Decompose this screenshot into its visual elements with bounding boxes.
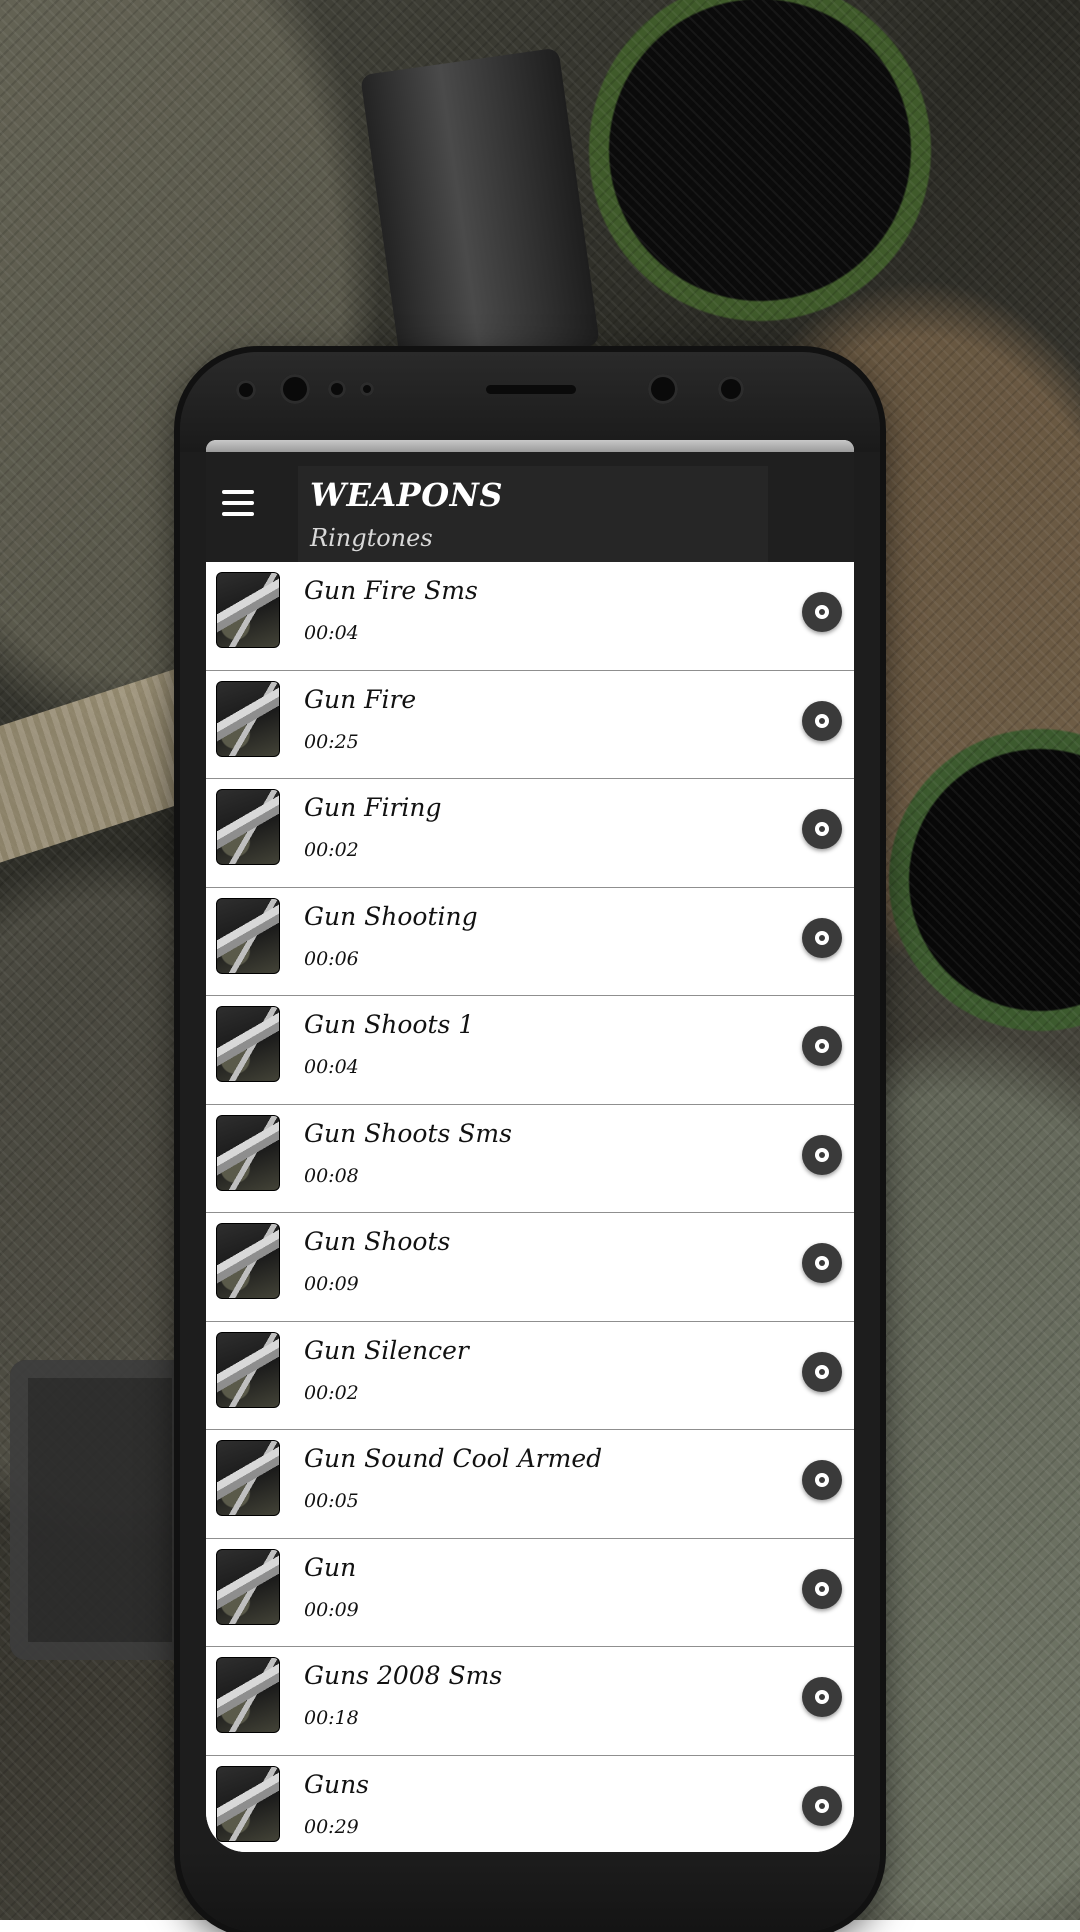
ringtone-list: Gun Fire Sms 00:04 Gun Fire 00:25 Gun Firing… [206,562,854,1852]
background-buckle [10,1360,190,1660]
list-item[interactable]: Gun Silencer 00:02 [206,1321,854,1430]
earpiece-speaker [486,385,576,394]
pistol-thumbnail-icon [216,680,280,757]
ringtone-duration: 00:04 [304,1056,359,1078]
phone-bottom-bezel [180,1852,880,1932]
front-camera-icon [280,374,310,404]
hamburger-menu-icon[interactable] [222,490,254,516]
pistol-thumbnail-icon [216,1548,280,1625]
ringtone-duration: 00:06 [304,947,359,970]
list-item[interactable]: Guns 00:29 [206,1755,854,1852]
ringtone-title: Gun Fire Sms [304,576,478,605]
ringtone-duration: 00:05 [304,1490,359,1512]
ringtone-title: Gun Shooting [304,901,478,931]
proximity-sensor-icon [328,380,346,398]
play-disc-icon[interactable] [802,1026,842,1066]
phone-frame: WEAPONS Ringtones Gun Fire Sms 00:04 Gun F… [180,352,880,1932]
ringtone-duration: 00:18 [304,1707,359,1729]
ringtone-title: Gun Shoots [304,1227,451,1256]
list-item[interactable]: Gun Sound Cool Armed 00:05 [206,1430,854,1539]
ringtone-title: Gun Firing [304,793,442,822]
list-item[interactable]: Gun Shoots 00:09 [206,1213,854,1322]
status-bar [206,440,854,452]
iris-sensor-icon [718,376,744,402]
play-disc-icon[interactable] [802,917,842,958]
pistol-thumbnail-icon [216,572,280,648]
ringtone-title: Guns [304,1769,370,1799]
play-disc-icon[interactable] [802,1677,842,1717]
front-sensor-icon [236,380,256,400]
phone-screen: WEAPONS Ringtones Gun Fire Sms 00:04 Gun F… [206,440,854,1852]
pistol-thumbnail-icon [216,1765,280,1842]
pistol-thumbnail-icon [216,1440,280,1516]
play-disc-icon[interactable] [802,1460,842,1500]
pistol-thumbnail-icon [216,1006,280,1082]
list-item[interactable]: Gun Fire 00:25 [206,670,854,779]
ringtone-duration: 00:09 [304,1273,359,1295]
ringtone-title: Gun [304,1552,357,1582]
pistol-thumbnail-icon [216,1331,280,1408]
list-item[interactable]: Gun Shooting 00:06 [206,887,854,996]
pistol-thumbnail-icon [216,1657,280,1733]
ringtone-duration: 00:09 [304,1598,359,1621]
pistol-thumbnail-icon [216,1114,280,1191]
list-item[interactable]: Gun Shoots 1 00:04 [206,996,854,1105]
ringtone-duration: 00:25 [304,730,359,753]
title-block: WEAPONS Ringtones [298,466,768,562]
ringtone-duration: 00:29 [304,1815,359,1838]
play-disc-icon[interactable] [802,1134,842,1175]
pistol-thumbnail-icon [216,897,280,974]
light-sensor-icon [360,382,374,396]
background-pistol [360,47,600,373]
list-item[interactable]: Gun 00:09 [206,1538,854,1647]
play-disc-icon[interactable] [802,1243,842,1283]
play-disc-icon[interactable] [802,1568,842,1609]
list-item[interactable]: Gun Firing 00:02 [206,779,854,888]
ringtone-duration: 00:02 [304,839,359,861]
play-disc-icon[interactable] [802,1351,842,1392]
phone-top-bezel [180,352,880,452]
pistol-thumbnail-icon [216,1223,280,1299]
pistol-thumbnail-icon [216,789,280,865]
list-item[interactable]: Gun Shoots Sms 00:08 [206,1104,854,1213]
ringtone-title: Gun Sound Cool Armed [304,1444,603,1473]
ringtone-title: Gun Silencer [304,1335,469,1365]
ringtone-duration: 00:02 [304,1381,359,1404]
ringtone-title: Gun Shoots 1 [304,1010,475,1039]
ringtone-title: Gun Fire [304,684,417,714]
app-subtitle: Ringtones [310,524,433,552]
play-disc-icon[interactable] [802,592,842,632]
list-item[interactable]: Guns 2008 Sms 00:18 [206,1647,854,1756]
play-disc-icon[interactable] [802,809,842,849]
iris-camera-icon [648,374,678,404]
list-item[interactable]: Gun Fire Sms 00:04 [206,562,854,671]
ringtone-title: Gun Shoots Sms [304,1118,512,1148]
ringtone-title: Guns 2008 Sms [304,1661,503,1690]
app-title: WEAPONS [310,476,503,514]
app-bar: WEAPONS Ringtones [206,452,854,562]
ringtone-duration: 00:04 [304,622,359,644]
play-disc-icon[interactable] [802,700,842,741]
play-disc-icon[interactable] [802,1785,842,1826]
ringtone-duration: 00:08 [304,1164,359,1187]
